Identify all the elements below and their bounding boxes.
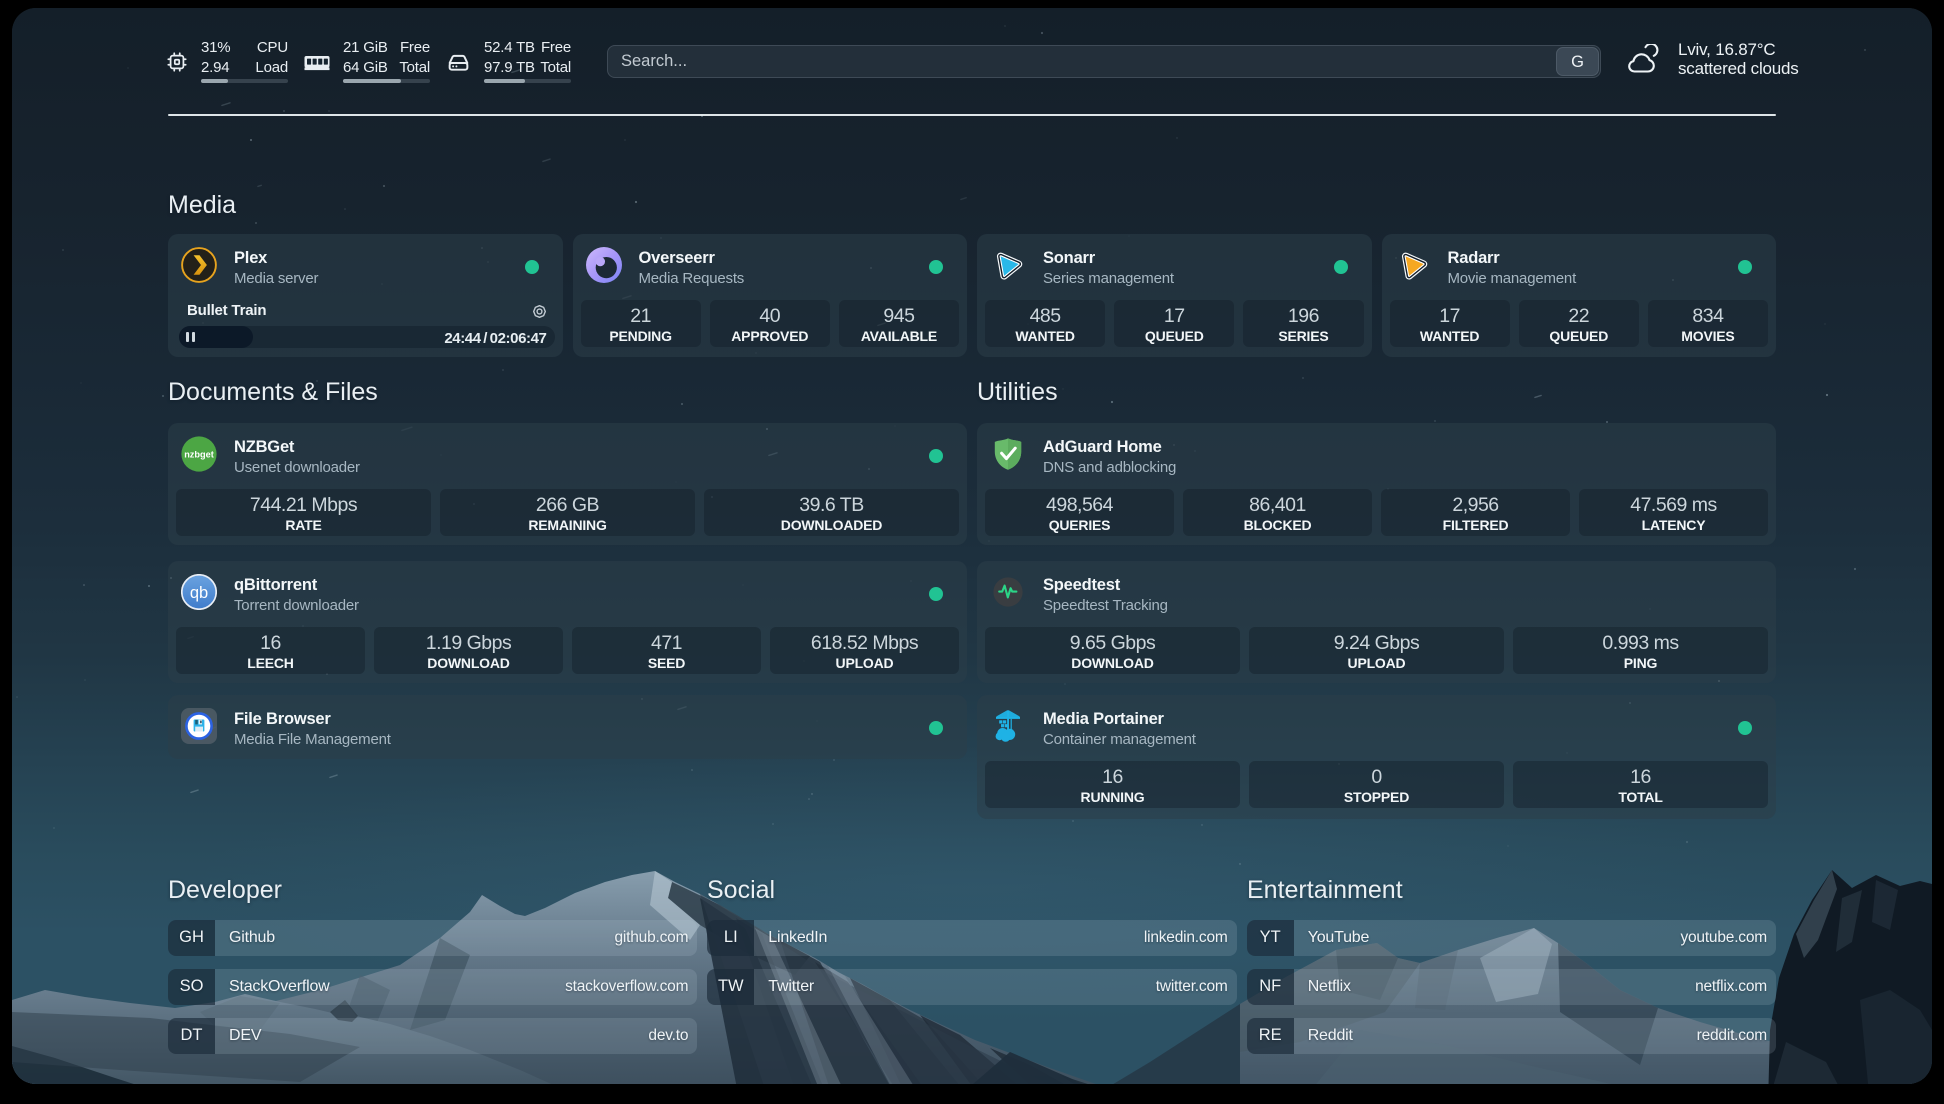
svg-text:nzbget: nzbget [184, 450, 214, 460]
svg-text:qb: qb [190, 584, 208, 602]
